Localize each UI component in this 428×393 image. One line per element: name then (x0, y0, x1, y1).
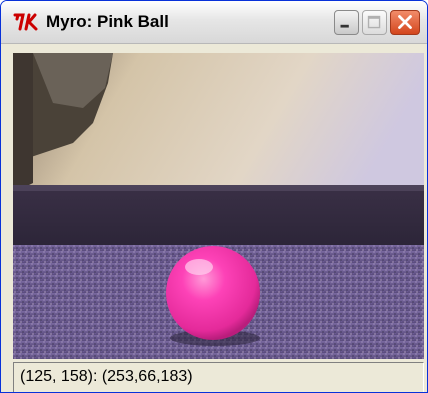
maximize-button[interactable] (362, 10, 387, 35)
pixel-readout: (125, 158): (253,66,183) (20, 368, 193, 385)
close-icon (398, 15, 412, 29)
status-bar: (125, 158): (253,66,183) (13, 362, 424, 392)
maximize-icon (367, 15, 381, 29)
minimize-icon (340, 24, 349, 28)
close-button[interactable] (390, 10, 420, 35)
window-title: Myro: Pink Ball (46, 12, 169, 31)
minimize-button[interactable] (334, 10, 359, 35)
camera-image-picture (13, 53, 424, 359)
app-window: Myro: Pink Ball (125, 158): (253,66,183) (0, 0, 428, 393)
title-bar[interactable]: Myro: Pink Ball (1, 1, 427, 44)
window-frame (1, 44, 13, 392)
camera-image[interactable] (13, 53, 424, 359)
tk-feather-icon[interactable] (13, 11, 39, 33)
